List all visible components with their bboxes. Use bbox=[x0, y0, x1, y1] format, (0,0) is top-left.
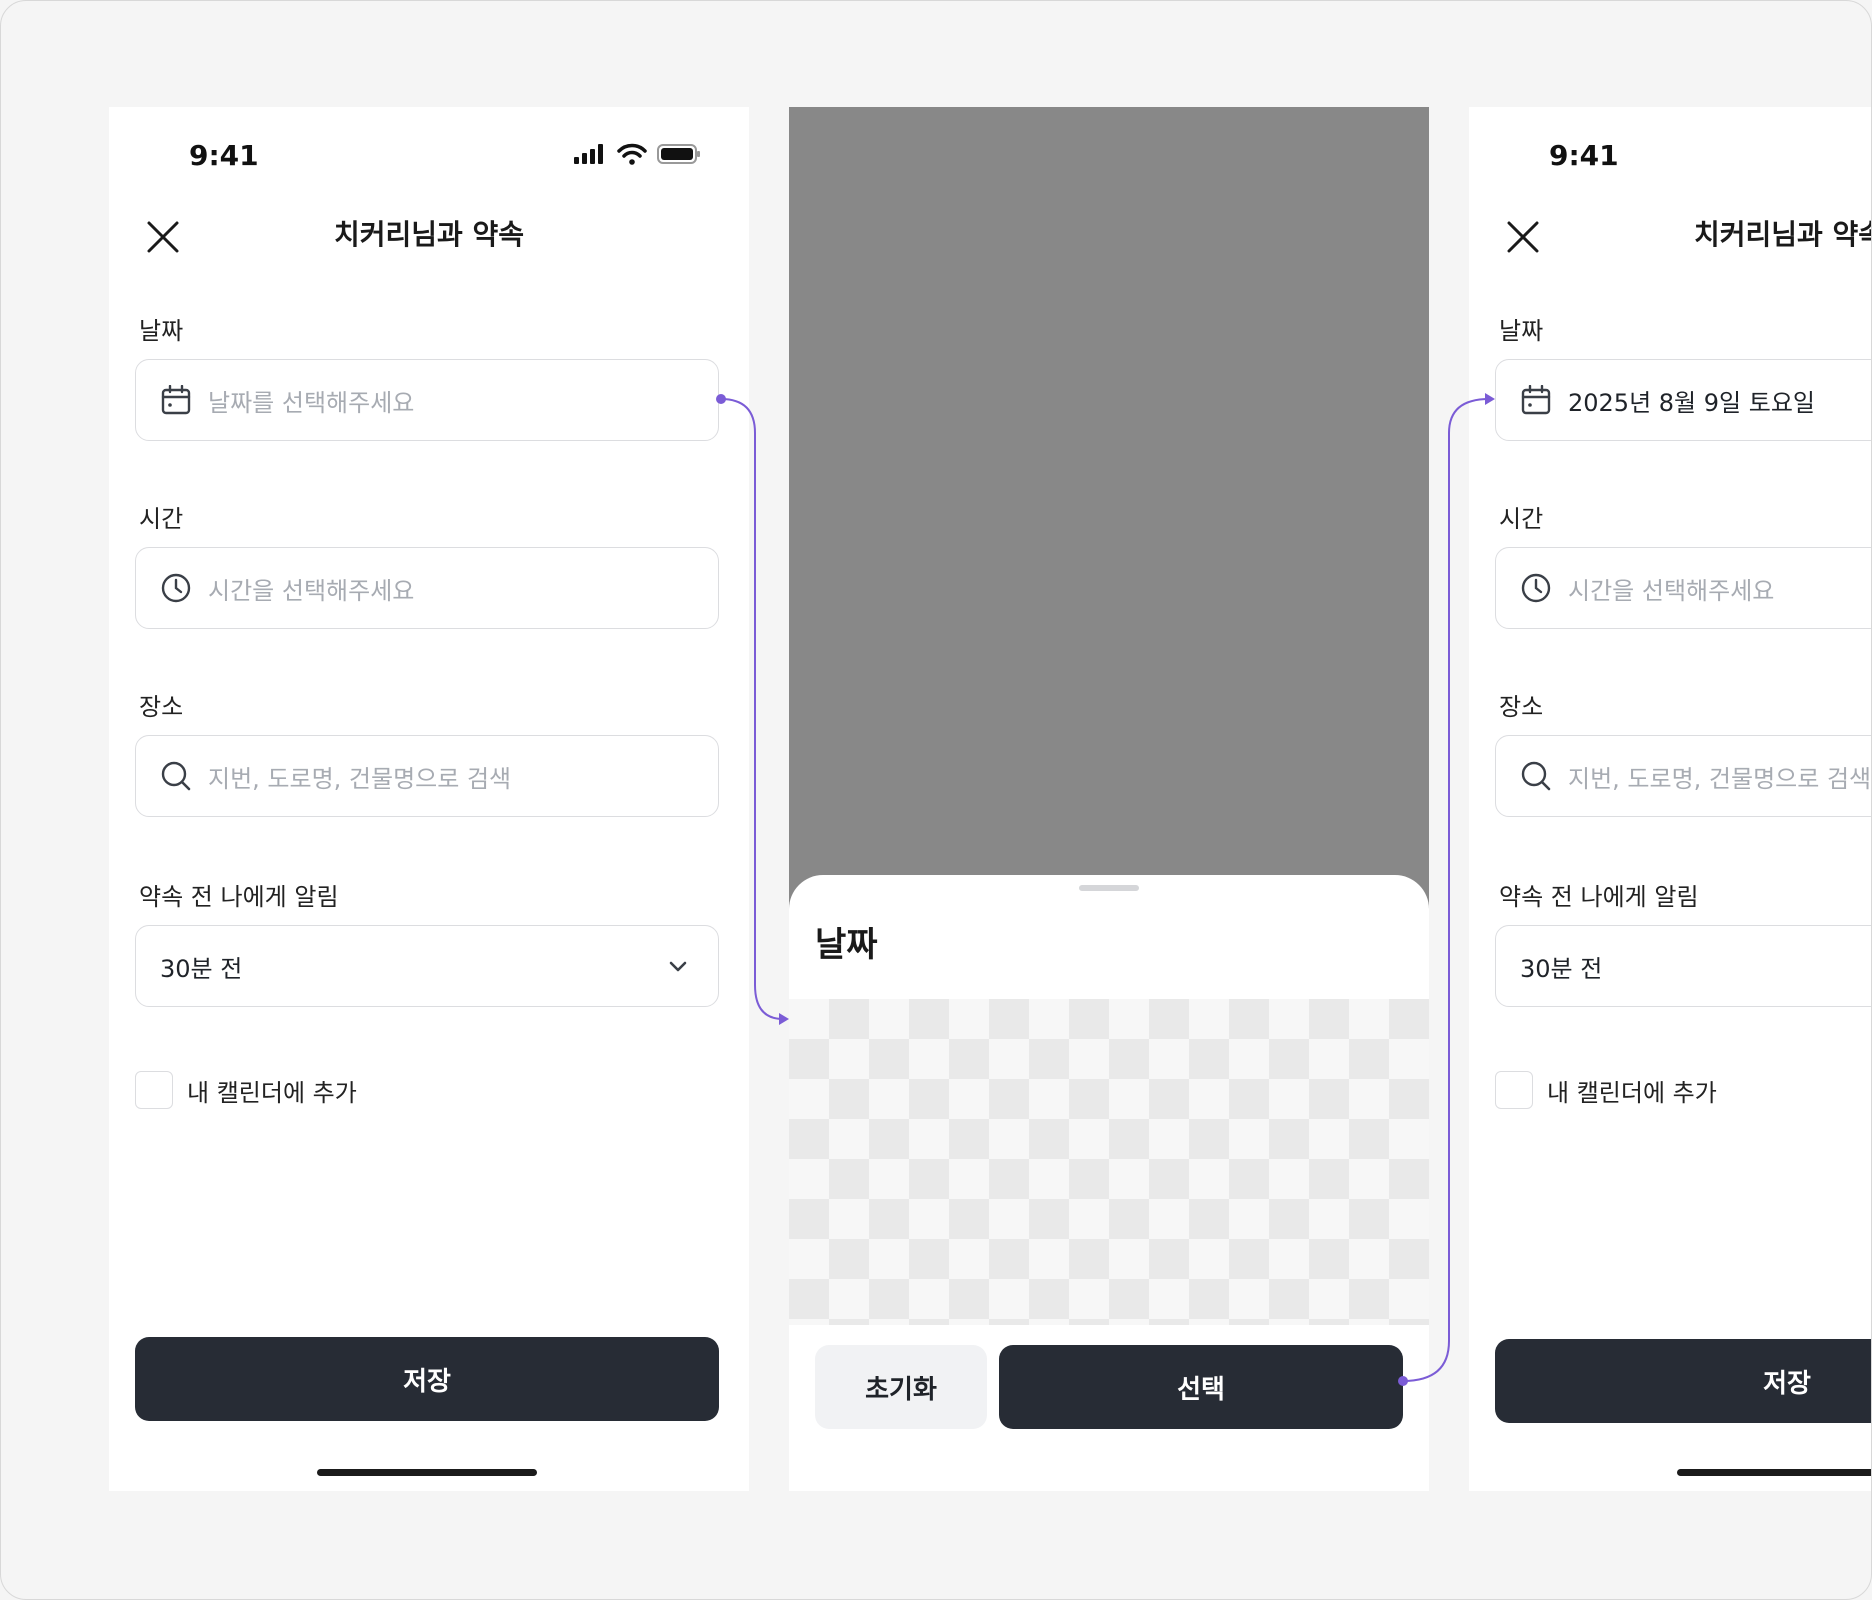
page-title: 치커리님과 약속 bbox=[1693, 218, 1872, 251]
date-field[interactable]: 2025년 8월 9일 토요일 bbox=[1495, 359, 1871, 441]
wifi-icon bbox=[617, 143, 647, 165]
save-button[interactable]: 저장 bbox=[135, 1337, 719, 1421]
search-icon bbox=[160, 760, 192, 792]
alarm-label: 약속 전 나에게 알림 bbox=[139, 883, 339, 911]
home-indicator bbox=[317, 1469, 537, 1476]
place-placeholder: 지번, 도로명, 건물명으로 검색 bbox=[1568, 764, 1872, 793]
time-label: 시간 bbox=[139, 505, 184, 533]
date-label: 날짜 bbox=[1499, 317, 1544, 345]
calendar-icon bbox=[160, 384, 192, 416]
time-label: 시간 bbox=[1499, 505, 1544, 533]
alarm-value: 30분 전 bbox=[160, 954, 243, 983]
place-label: 장소 bbox=[139, 693, 184, 721]
alarm-select[interactable]: 30분 전 bbox=[135, 925, 719, 1007]
screen-form-filled: 9:41 치커리님과 약속 날짜 2025년 8월 9일 토요일 시간 시간을 … bbox=[1469, 107, 1872, 1491]
place-search-input[interactable]: 지번, 도로명, 건물명으로 검색 bbox=[1495, 735, 1872, 817]
alarm-label: 약속 전 나에게 알림 bbox=[1499, 883, 1699, 911]
save-button[interactable]: 저장 bbox=[1495, 1339, 1871, 1423]
status-time: 9:41 bbox=[1549, 139, 1619, 172]
date-picker-placeholder[interactable] bbox=[789, 999, 1429, 1325]
add-to-calendar-row: 내 캘린더에 추가 bbox=[135, 1071, 357, 1109]
add-to-calendar-label: 내 캘린더에 추가 bbox=[1547, 1078, 1717, 1107]
select-button[interactable]: 선택 bbox=[999, 1345, 1403, 1429]
time-field[interactable]: 시간을 선택해주세요 bbox=[1495, 547, 1871, 629]
search-icon bbox=[1520, 760, 1552, 792]
date-label: 날짜 bbox=[139, 317, 184, 345]
chevron-down-icon bbox=[666, 954, 690, 982]
add-to-calendar-label: 내 캘린더에 추가 bbox=[187, 1078, 357, 1107]
screen-date-sheet: 날짜 초기화 선택 bbox=[789, 107, 1429, 1491]
signal-icon bbox=[574, 144, 603, 164]
date-field[interactable]: 날짜를 선택해주세요 bbox=[135, 359, 719, 441]
sheet-handle[interactable] bbox=[1079, 885, 1139, 891]
add-to-calendar-checkbox[interactable] bbox=[135, 1071, 173, 1109]
time-placeholder: 시간을 선택해주세요 bbox=[1568, 576, 1775, 605]
status-time: 9:41 bbox=[189, 139, 259, 172]
alarm-value: 30분 전 bbox=[1520, 954, 1603, 983]
sheet-title: 날짜 bbox=[815, 925, 878, 965]
clock-icon bbox=[160, 572, 192, 604]
add-to-calendar-row: 내 캘린더에 추가 bbox=[1495, 1071, 1717, 1109]
date-placeholder: 날짜를 선택해주세요 bbox=[208, 388, 415, 417]
status-icons bbox=[573, 143, 701, 165]
alarm-select[interactable]: 30분 전 bbox=[1495, 925, 1871, 1007]
clock-icon bbox=[1520, 572, 1552, 604]
reset-button[interactable]: 초기화 bbox=[815, 1345, 987, 1429]
battery-icon bbox=[657, 144, 700, 164]
home-indicator bbox=[1677, 1469, 1871, 1476]
place-search-input[interactable]: 지번, 도로명, 건물명으로 검색 bbox=[135, 735, 719, 817]
bottom-sheet: 날짜 초기화 선택 bbox=[789, 875, 1429, 1491]
calendar-icon bbox=[1520, 384, 1552, 416]
add-to-calendar-checkbox[interactable] bbox=[1495, 1071, 1533, 1109]
page-title: 치커리님과 약속 bbox=[333, 218, 525, 251]
flow-canvas: 9:41 치커리님과 약속 날짜 날짜를 선택해주세요 시간 시간을 선택해주세… bbox=[0, 0, 1872, 1600]
screen-form-empty: 9:41 치커리님과 약속 날짜 날짜를 선택해주세요 시간 시간을 선택해주세… bbox=[109, 107, 749, 1491]
time-placeholder: 시간을 선택해주세요 bbox=[208, 576, 415, 605]
time-field[interactable]: 시간을 선택해주세요 bbox=[135, 547, 719, 629]
place-placeholder: 지번, 도로명, 건물명으로 검색 bbox=[208, 764, 512, 793]
place-label: 장소 bbox=[1499, 693, 1544, 721]
date-value: 2025년 8월 9일 토요일 bbox=[1568, 388, 1815, 417]
